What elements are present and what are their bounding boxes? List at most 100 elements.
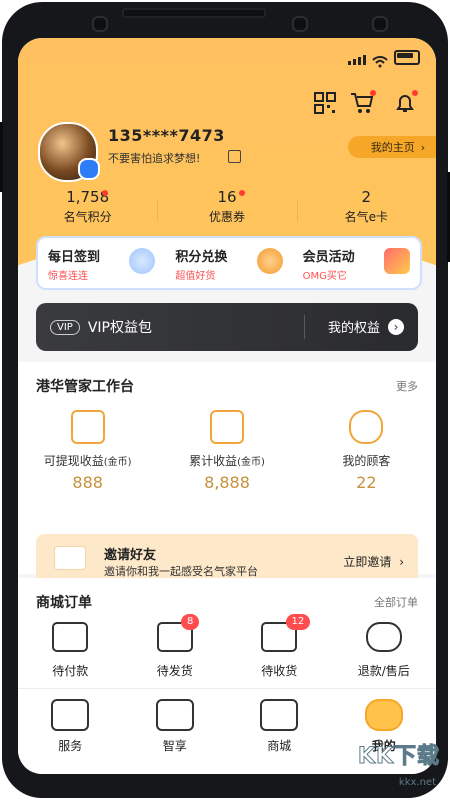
qr-code-icon[interactable]	[314, 92, 336, 114]
status-bar	[348, 50, 420, 68]
vip-banner[interactable]: VIP VIP权益包 我的权益 ›	[36, 303, 418, 351]
my-benefits-label: 我的权益	[327, 321, 380, 336]
total-earnings-value: 8,888	[204, 473, 250, 492]
bell-notification-dot	[412, 90, 418, 96]
my-customers[interactable]: 我的顾客 22	[297, 410, 436, 492]
home-icon	[51, 699, 90, 731]
shopping-bag-illustration-icon	[383, 248, 410, 274]
invite-now-button[interactable]: 立即邀请 ›	[343, 553, 404, 570]
stat-ecard-value: 2	[361, 188, 372, 206]
mall-orders-title: 商城订单	[36, 595, 92, 611]
withdrawable-earnings-unit: (金币)	[103, 457, 132, 468]
front-camera-dot	[292, 16, 308, 32]
stat-coupons-label: 优惠券	[208, 210, 245, 224]
user-phone: 135****7473	[108, 126, 225, 145]
vip-title: VIP权益包	[87, 320, 152, 336]
all-orders-link[interactable]: 全部订单	[374, 594, 418, 610]
points-exchange[interactable]: 积分兑换 超值好货	[165, 238, 292, 288]
withdrawable-earnings-label: 可提现收益(金币)	[18, 452, 157, 469]
coin-illustration-icon	[256, 248, 283, 274]
workstation-items: 可提现收益(金币) 888 累计收益(金币) 8,888 我的顾客 22	[18, 410, 436, 492]
stat-points[interactable]: 1,758 名气积分	[18, 188, 157, 225]
watermark-subtext: kkx.net	[398, 777, 436, 788]
customer-icon	[349, 410, 384, 444]
wifi-icon	[372, 53, 388, 68]
order-status-row: 待付款 8 待发货 12 待收货 退款/售后	[18, 614, 437, 679]
atm-icon	[70, 410, 105, 444]
pending-shipment-label: 待发货	[156, 664, 193, 678]
bag-icon	[260, 699, 299, 731]
watermark: KK下载 kkx.net	[336, 744, 446, 796]
front-camera-dot	[372, 16, 388, 32]
my-customers-label: 我的顾客	[297, 452, 436, 469]
refund-icon	[365, 622, 402, 652]
front-sensors	[82, 16, 388, 32]
workstation-more-link[interactable]: 更多	[396, 378, 418, 394]
withdrawable-earnings-value: 888	[72, 473, 103, 492]
total-earnings[interactable]: 累计收益(金币) 8,888	[157, 410, 296, 492]
app-screen: 135****7473 不要害怕追求梦想! 我的主页 › 1,758 名气积分 …	[18, 38, 436, 774]
my-benefits-link[interactable]: 我的权益 ›	[328, 317, 404, 336]
vip-tag: VIP	[50, 319, 80, 335]
my-customers-value: 22	[356, 473, 377, 492]
invite-description: 邀请你和我一起感受名气家平台	[104, 565, 258, 578]
mall-orders-section: 商城订单 全部订单 待付款 8 待发货 12 待收货 退款/售后	[18, 578, 436, 694]
vip-divider	[304, 315, 305, 339]
user-icon	[364, 699, 403, 731]
stat-coupons[interactable]: 16 优惠券	[157, 188, 296, 225]
cart-icon[interactable]	[350, 90, 376, 114]
pending-shipment[interactable]: 8 待发货	[123, 614, 228, 679]
workstation-section: 港华管家工作台 更多 可提现收益(金币) 888 累计收益(金币) 8,888 …	[18, 362, 436, 588]
volume-button	[0, 122, 3, 192]
withdrawable-earnings-text: 可提现收益	[43, 454, 104, 468]
my-homepage-label: 我的主页	[370, 141, 415, 154]
points-dot	[102, 190, 108, 196]
vip-left: VIP VIP权益包	[50, 317, 152, 337]
tab-mall-label: 商城	[267, 739, 292, 753]
stat-coupons-value: 16	[217, 188, 237, 206]
my-homepage-button[interactable]: 我的主页 ›	[348, 136, 436, 158]
quick-actions-card: 每日签到 惊喜连连 积分兑换 超值好货 会员活动 OMG买它	[36, 236, 422, 290]
stat-points-label: 名气积分	[63, 210, 112, 224]
chevron-right-icon: ›	[388, 318, 404, 335]
wallet-icon	[52, 622, 89, 652]
bell-icon[interactable]	[394, 90, 418, 114]
watermark-text: KK下载	[357, 744, 440, 770]
battery-icon	[394, 50, 420, 65]
stat-ecard[interactable]: 2 名气e卡	[296, 188, 436, 225]
chevron-right-icon: ›	[399, 555, 404, 569]
pending-receipt-label: 待收货	[261, 664, 298, 678]
pending-payment[interactable]: 待付款	[18, 622, 123, 679]
total-earnings-unit: (金币)	[237, 457, 265, 468]
yuan-icon	[209, 410, 244, 444]
signal-icon	[348, 55, 366, 65]
refund-after-sales-label: 退款/售后	[357, 664, 410, 678]
verified-badge-icon	[78, 158, 100, 180]
device-frame: 135****7473 不要害怕追求梦想! 我的主页 › 1,758 名气积分 …	[0, 0, 450, 800]
cart-notification-dot	[370, 90, 376, 96]
pending-receipt[interactable]: 12 待收货	[227, 614, 332, 679]
invite-title: 邀请好友	[104, 548, 157, 563]
tab-mall[interactable]: 商城	[227, 689, 332, 774]
tab-services-label: 服务	[58, 739, 83, 753]
stat-ecard-label: 名气e卡	[344, 210, 389, 224]
refund-after-sales[interactable]: 退款/售后	[332, 622, 437, 679]
daily-checkin[interactable]: 每日签到 惊喜连连	[38, 238, 165, 288]
member-events[interactable]: 会员活动 OMG买它	[293, 238, 420, 288]
edit-icon[interactable]	[228, 150, 241, 163]
total-earnings-label: 累计收益(金币)	[157, 452, 296, 469]
stat-points-value: 1,758	[66, 188, 110, 206]
front-camera-dot	[92, 16, 108, 32]
phone-bezel: 135****7473 不要害怕追求梦想! 我的主页 › 1,758 名气积分 …	[0, 2, 450, 798]
envelope-icon	[54, 546, 86, 570]
invite-now-label: 立即邀请	[343, 555, 392, 569]
pending-shipment-badge: 8	[181, 614, 200, 630]
pending-receipt-badge: 12	[285, 614, 311, 630]
workstation-title: 港华管家工作台	[36, 379, 134, 395]
tab-smart-label: 智享	[162, 739, 187, 753]
chevron-right-icon: ›	[420, 140, 426, 154]
tab-services[interactable]: 服务	[18, 689, 123, 774]
withdrawable-earnings[interactable]: 可提现收益(金币) 888	[18, 410, 157, 492]
total-earnings-text: 累计收益	[189, 454, 238, 468]
tab-smart[interactable]: 智享	[123, 689, 228, 774]
